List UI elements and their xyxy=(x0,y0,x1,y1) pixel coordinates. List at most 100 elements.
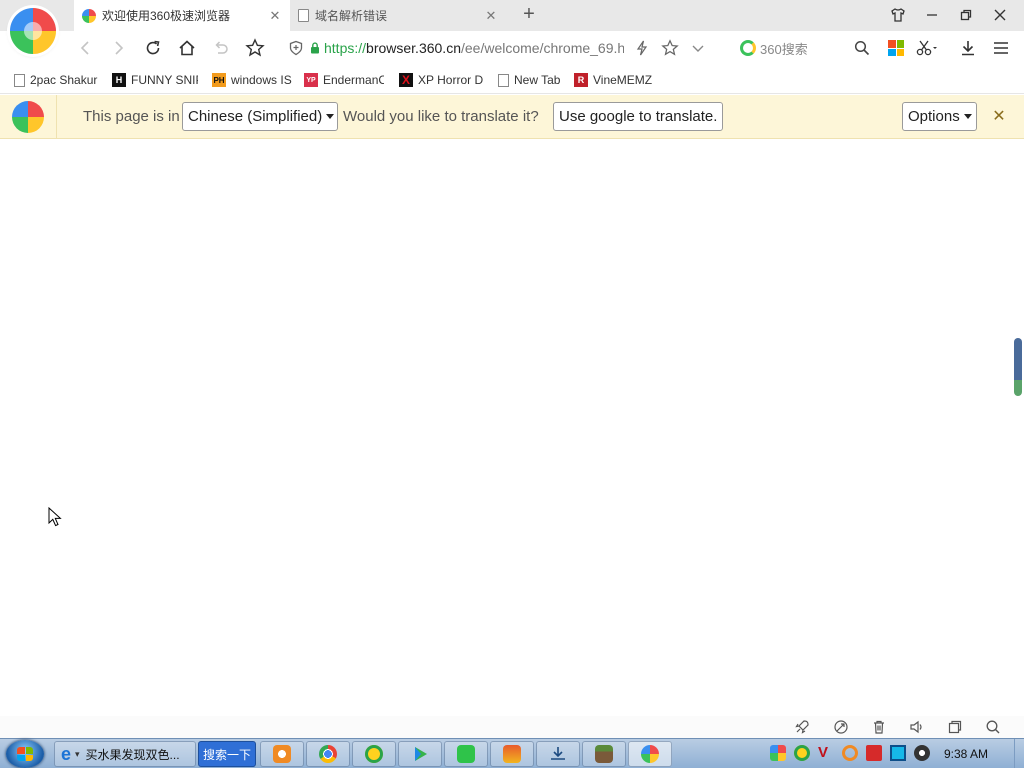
bookmark-item[interactable]: PH windows IS xyxy=(212,71,292,89)
leaf-icon[interactable] xyxy=(833,719,849,735)
url-path: /ee/welcome/chrome_69.h xyxy=(460,40,624,56)
tray-v-icon[interactable]: V xyxy=(818,745,834,761)
taskbar-360-safe-button[interactable] xyxy=(352,741,396,767)
search-input[interactable]: 360搜索 xyxy=(760,39,854,58)
page-icon xyxy=(14,73,25,87)
show-desktop-button[interactable] xyxy=(1014,739,1024,768)
bookmark-item[interactable]: New Tab xyxy=(498,71,568,89)
bookmark-label: 2pac Shakur xyxy=(30,73,98,87)
bookmark-item[interactable]: R VineMEMZ xyxy=(574,71,656,89)
tray-flag-icon[interactable] xyxy=(866,745,882,761)
taskbar-ie-button[interactable]: e ▾ 买水果发现双色... xyxy=(54,741,196,767)
chrome-icon xyxy=(319,745,337,763)
taskbar-app-button[interactable] xyxy=(260,741,304,767)
lightning-icon[interactable] xyxy=(631,37,653,59)
yt-logo-icon: YP xyxy=(304,73,318,87)
bookmark-item[interactable]: 2pac Shakur xyxy=(14,71,98,89)
status-bar xyxy=(0,716,1024,738)
360-logo-icon xyxy=(12,101,44,133)
new-tab-button[interactable]: + xyxy=(518,3,540,27)
close-icon[interactable]: ✕ xyxy=(268,8,282,24)
taskbar-clock[interactable]: 9:38 AM xyxy=(944,747,988,761)
r-logo-icon: R xyxy=(574,73,588,87)
bookmark-label: windows IS xyxy=(231,73,292,87)
apps-grid-icon[interactable] xyxy=(888,40,904,56)
menu-icon[interactable] xyxy=(990,37,1012,59)
chevron-down-icon[interactable] xyxy=(687,37,709,59)
volume-icon[interactable] xyxy=(909,719,925,735)
language-select[interactable]: Chinese (Simplified) xyxy=(182,102,338,131)
undo-close-tab-button[interactable] xyxy=(210,37,232,59)
h-logo-icon: H xyxy=(112,73,126,87)
minecraft-icon xyxy=(595,745,613,763)
ie-icon: e xyxy=(61,743,72,764)
options-label: Options xyxy=(908,108,960,125)
bookmark-star-icon[interactable] xyxy=(659,37,681,59)
scrollbar-thumb[interactable] xyxy=(1014,338,1022,396)
windows-taskbar: e ▾ 买水果发现双色... 搜索一下 V 9:38 AM xyxy=(0,738,1024,768)
bookmark-label: FUNNY SNIP xyxy=(131,73,198,87)
translate-prefix-text: This page is in xyxy=(83,108,180,125)
home-button[interactable] xyxy=(176,37,198,59)
windows-flag-icon xyxy=(17,747,33,761)
360-search-icon xyxy=(740,40,756,56)
tray-360-safe-icon[interactable] xyxy=(794,745,810,761)
url-host: browser.360.cn xyxy=(366,40,461,56)
shield-icon[interactable] xyxy=(288,40,304,56)
media-app-icon xyxy=(503,745,521,763)
rocket-icon[interactable] xyxy=(794,719,810,735)
favorites-star-button[interactable] xyxy=(244,37,266,59)
url-scheme: https:// xyxy=(324,40,367,56)
page-icon xyxy=(298,9,309,22)
taskbar-play-button[interactable] xyxy=(398,741,442,767)
tray-search-icon[interactable] xyxy=(842,745,858,761)
tab-dns-error[interactable]: 域名解析错误 ✕ xyxy=(290,0,506,31)
window-icon[interactable] xyxy=(947,719,963,735)
reload-button[interactable] xyxy=(142,37,164,59)
address-bar[interactable]: https://browser.360.cn/ee/welcome/chrome… xyxy=(282,34,720,62)
close-icon[interactable]: ✕ xyxy=(990,108,1008,126)
download-icon[interactable] xyxy=(957,37,979,59)
close-window-button[interactable] xyxy=(988,4,1012,26)
bookmark-label: VineMEMZ xyxy=(593,73,653,87)
tray-app-icon[interactable] xyxy=(770,745,786,761)
tray-network-icon[interactable] xyxy=(914,745,930,761)
bookmark-item[interactable]: H FUNNY SNIP xyxy=(112,71,198,89)
taskbar-iqiyi-button[interactable] xyxy=(444,741,488,767)
restore-button[interactable] xyxy=(954,4,978,26)
tab-welcome[interactable]: 欢迎使用360极速浏览器 ✕ xyxy=(74,0,290,31)
url-text[interactable]: https://browser.360.cn/ee/welcome/chrome… xyxy=(324,40,624,56)
page-icon xyxy=(498,73,509,87)
tab-title: 欢迎使用360极速浏览器 xyxy=(102,9,231,23)
dropdown-caret-icon xyxy=(326,114,335,119)
bookmark-item[interactable]: X XP Horror D xyxy=(399,71,483,89)
scissors-icon[interactable] xyxy=(916,37,938,59)
zoom-icon[interactable] xyxy=(985,719,1001,735)
minimize-button[interactable] xyxy=(920,4,944,26)
close-icon[interactable]: ✕ xyxy=(484,8,498,24)
360-browser-logo[interactable] xyxy=(10,8,56,54)
shirt-skin-icon[interactable] xyxy=(886,4,910,26)
iqiyi-icon xyxy=(457,745,475,763)
search-icon[interactable] xyxy=(854,40,870,56)
tray-monitor-icon[interactable] xyxy=(890,745,906,761)
start-button[interactable] xyxy=(6,740,44,768)
search-box[interactable]: 360搜索 xyxy=(740,36,870,60)
trash-icon[interactable] xyxy=(871,719,887,735)
forward-button[interactable] xyxy=(108,37,130,59)
translate-button[interactable]: Use google to translate. xyxy=(553,102,723,131)
taskbar-media-button[interactable] xyxy=(490,741,534,767)
download-manager-icon xyxy=(551,747,565,760)
taskbar-360-browser-button[interactable] xyxy=(628,741,672,767)
taskbar-chrome-button[interactable] xyxy=(306,741,350,767)
bookmark-item[interactable]: YP EndermanC xyxy=(304,71,384,89)
navigation-toolbar: https://browser.360.cn/ee/welcome/chrome… xyxy=(0,31,1024,65)
taskbar-download-button[interactable] xyxy=(536,741,580,767)
bookmarks-bar: 2pac Shakur H FUNNY SNIP PH windows IS Y… xyxy=(0,65,1024,94)
back-button[interactable] xyxy=(74,37,96,59)
taskbar-minecraft-button[interactable] xyxy=(582,741,626,767)
ph-logo-icon: PH xyxy=(212,73,226,87)
browser-window: 欢迎使用360极速浏览器 ✕ 域名解析错误 ✕ + https://browse… xyxy=(0,0,1024,768)
options-button[interactable]: Options xyxy=(902,102,977,131)
taskbar-search-button[interactable]: 搜索一下 xyxy=(198,741,256,767)
